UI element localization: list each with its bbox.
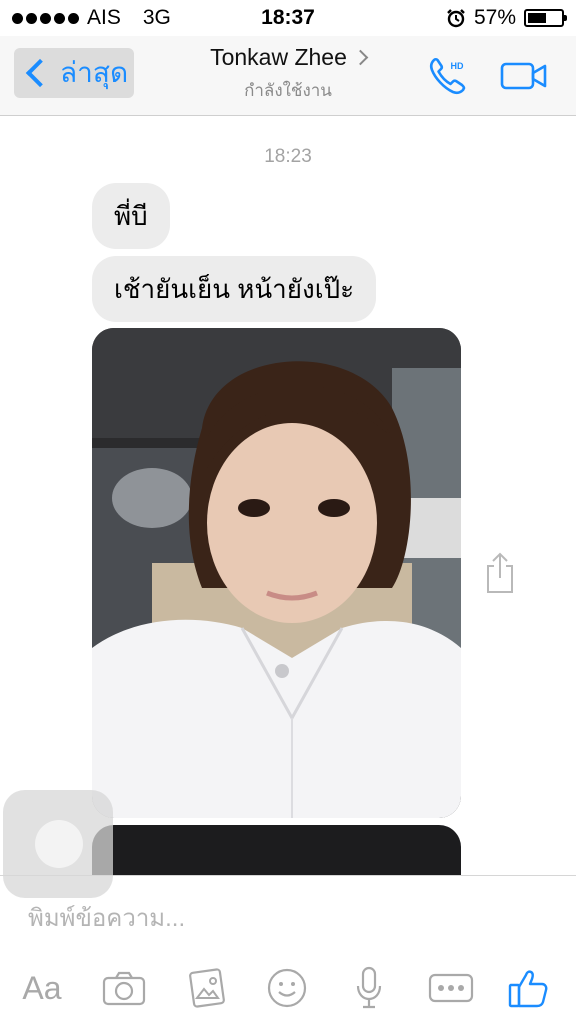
carrier-name: AIS <box>87 6 121 29</box>
assistive-touch-button[interactable] <box>3 790 113 898</box>
composer-toolbar: Aa <box>0 958 576 1018</box>
contact-name: Tonkaw Zhee <box>210 44 347 70</box>
battery-percent: 57% <box>473 6 516 29</box>
font-size-button[interactable]: Aa <box>16 958 68 1018</box>
chevron-left-icon <box>25 58 55 88</box>
more-icon <box>428 973 474 1003</box>
message-timestamp: 18:23 <box>264 146 312 167</box>
message-text: พี่บี <box>114 200 148 231</box>
signal-strength-icon <box>12 12 79 24</box>
status-right: 57% <box>446 6 567 30</box>
share-icon[interactable] <box>484 552 516 594</box>
back-button-label: ล่าสุด <box>60 57 129 88</box>
status-bar: AIS 3G 18:37 57% <box>0 0 576 36</box>
selfie-photo <box>92 328 461 818</box>
photo-gallery-button[interactable] <box>182 958 232 1018</box>
camera-button[interactable] <box>98 958 150 1018</box>
conversation-header: ล่าสุด Tonkaw Zhee กำลังใช้งาน HD <box>0 36 576 116</box>
chevron-right-icon <box>352 49 369 66</box>
alarm-icon <box>447 9 465 28</box>
network-type: 3G <box>142 6 171 29</box>
message-text: เช้ายันเย็น หน้ายังเป๊ะ <box>114 273 355 304</box>
like-button[interactable] <box>504 958 552 1018</box>
microphone-icon <box>356 966 382 1009</box>
thumbs-up-icon <box>508 970 548 1008</box>
message-bubble[interactable]: พี่บี <box>92 183 170 249</box>
message-bubble[interactable]: เช้ายันเย็น หน้ายังเป๊ะ <box>92 256 377 322</box>
contact-title[interactable]: Tonkaw Zhee กำลังใช้งาน <box>160 44 416 104</box>
hd-badge: HD <box>451 61 464 71</box>
video-call-icon[interactable] <box>500 60 548 92</box>
photo-gallery-icon <box>189 968 225 1008</box>
battery-icon <box>524 9 567 27</box>
smiley-icon <box>267 968 307 1008</box>
back-button[interactable]: ล่าสุด <box>14 48 134 98</box>
photo-message[interactable] <box>92 328 461 818</box>
contact-status: กำลังใช้งาน <box>244 81 332 100</box>
camera-icon <box>102 971 146 1006</box>
status-left: AIS 3G <box>12 6 171 30</box>
phone-call-icon[interactable]: HD <box>426 54 470 98</box>
message-input[interactable]: พิมพ์ข้อความ... <box>28 898 185 937</box>
sticker-button[interactable] <box>262 958 312 1018</box>
microphone-button[interactable] <box>346 958 392 1018</box>
more-options-button[interactable] <box>426 958 476 1018</box>
